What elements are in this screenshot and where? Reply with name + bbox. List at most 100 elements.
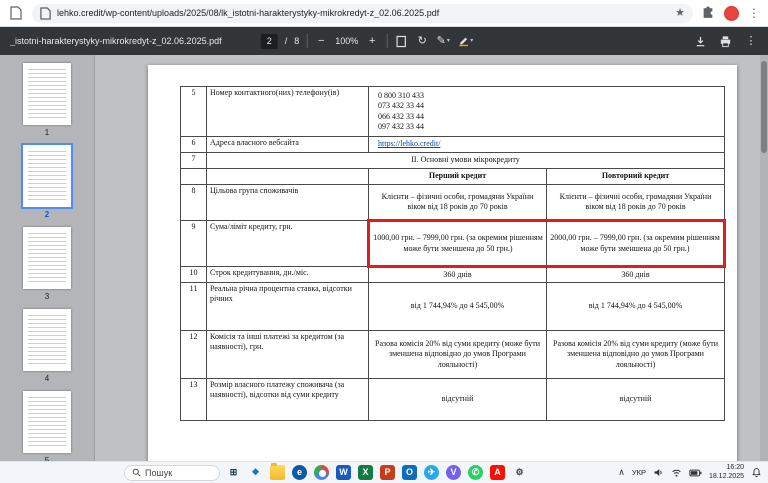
thumbnail-sidebar: 1 2 3 4 5 bbox=[0, 55, 95, 461]
row10-col2: 360 днів bbox=[546, 266, 725, 283]
rotate-icon[interactable]: ↻ bbox=[415, 31, 429, 51]
print-glyph bbox=[720, 35, 731, 47]
widgets-glyph: ❖ bbox=[251, 467, 260, 477]
screen: lehko.credit/wp-content/uploads/2025/08/… bbox=[0, 0, 768, 483]
taskbar-app-acrobat-icon[interactable]: A bbox=[490, 465, 505, 480]
viber-glyph: V bbox=[450, 467, 457, 477]
phone-line-3: 066 432 33 44 bbox=[378, 111, 424, 121]
row12-number: 12 bbox=[180, 330, 207, 379]
taskbar-app-widgets-icon[interactable]: ❖ bbox=[248, 465, 263, 480]
word-glyph: W bbox=[339, 467, 348, 477]
extensions-puzzle-icon[interactable] bbox=[701, 6, 715, 20]
telegram-glyph: ✈ bbox=[427, 467, 436, 477]
taskbar-app-viber-icon[interactable]: V bbox=[446, 465, 461, 480]
table-row-11: 11 Реальна річна процентна ставка, відсо… bbox=[180, 282, 725, 331]
row11-col1: від 1 744,94% до 4 545,00% bbox=[368, 282, 547, 331]
language-indicator[interactable]: УКР bbox=[632, 468, 646, 477]
thumbnail-preview[interactable] bbox=[23, 309, 71, 371]
taskbar-app-excel-icon[interactable]: X bbox=[358, 465, 373, 480]
bookmark-star-icon[interactable]: ★ bbox=[675, 7, 685, 19]
row10-col1: 360 днів bbox=[368, 266, 547, 283]
section-title: ІІ. Основні умови мікрокредиту bbox=[206, 152, 725, 169]
taskbar-app-chrome-icon[interactable] bbox=[314, 465, 329, 480]
row5-phones-cell: 0 800 310 433 073 432 33 44 066 432 33 4… bbox=[368, 86, 725, 137]
taskbar-app-outlook-icon[interactable]: O bbox=[402, 465, 417, 480]
zoom-out-button[interactable]: − bbox=[314, 31, 328, 51]
download-icon[interactable] bbox=[694, 35, 707, 48]
powerpoint-glyph: P bbox=[384, 467, 391, 477]
row6-label: Адреса власного вебсайта bbox=[206, 136, 369, 153]
download-glyph bbox=[696, 36, 705, 46]
url-text[interactable]: lehko.credit/wp-content/uploads/2025/08/… bbox=[57, 8, 669, 18]
pencil-caret-icon: ▾ bbox=[446, 38, 450, 44]
site-info-icon[interactable] bbox=[40, 6, 51, 20]
windows-taskbar: Пошук ⊞ ❖ e W X P O ✈ V ✆ A ⚙ ∧ УКР 16:20 18.1 bbox=[0, 461, 768, 483]
fit-page-icon[interactable] bbox=[394, 31, 408, 51]
page-separator: / bbox=[284, 36, 288, 46]
row13-col2: відсутній bbox=[546, 378, 725, 421]
row13-col1: відсутній bbox=[368, 378, 547, 421]
more-options-icon[interactable]: ⋮ bbox=[744, 31, 758, 51]
profile-avatar[interactable] bbox=[724, 5, 739, 21]
page-number-input[interactable]: 2 bbox=[260, 33, 278, 49]
document-table: 5 Номер контактного(них) телефону(ів) 0 … bbox=[180, 86, 726, 421]
row9-label: Сума/ліміт кредиту, грн. bbox=[206, 220, 369, 267]
table-row-6: 6 Адреса власного вебсайта https://lehko… bbox=[180, 136, 725, 153]
table-row-12: 12 Комісія та інші платежі за кредитом (… bbox=[180, 330, 725, 379]
zoom-in-button[interactable]: + bbox=[365, 31, 379, 51]
highlight-tool-icon[interactable]: ▾ bbox=[457, 31, 473, 51]
table-row-10: 10 Строк кредитування, дн./міс. 360 днів… bbox=[180, 266, 725, 283]
pdf-thumbnail-page-3[interactable]: 3 bbox=[16, 227, 78, 301]
thumbnail-preview[interactable] bbox=[23, 63, 71, 125]
excel-glyph: X bbox=[362, 467, 369, 477]
viewer-scrollbar[interactable] bbox=[760, 55, 768, 461]
row6-number: 6 bbox=[180, 136, 207, 153]
thumbnail-preview[interactable] bbox=[21, 143, 73, 209]
whatsapp-glyph: ✆ bbox=[471, 467, 480, 477]
battery-icon[interactable] bbox=[689, 468, 702, 478]
taskbar-app-whatsapp-icon[interactable]: ✆ bbox=[468, 465, 483, 480]
taskbar-app-powerpoint-icon[interactable]: P bbox=[380, 465, 395, 480]
pdf-thumbnail-page-5[interactable]: 5 bbox=[16, 391, 78, 461]
thumbnail-preview[interactable] bbox=[23, 391, 71, 453]
thumbnail-page-number: 4 bbox=[44, 374, 50, 383]
notifications-icon[interactable] bbox=[751, 467, 762, 478]
thumbnail-preview[interactable] bbox=[23, 227, 71, 289]
taskbar-app-settings-icon[interactable]: ⚙ bbox=[512, 465, 527, 480]
annotate-pencil-icon[interactable]: ✎ ▾ bbox=[436, 31, 450, 51]
table-row-9-highlighted: 9 Сума/ліміт кредиту, грн. 1000,00 грн. … bbox=[180, 219, 726, 268]
outlook-glyph: O bbox=[405, 467, 413, 477]
pdf-thumbnail-page-2[interactable]: 2 bbox=[16, 143, 78, 219]
browser-menu-icon[interactable]: ⋮ bbox=[748, 7, 760, 19]
thumbnail-page-number: 1 bbox=[44, 128, 50, 137]
pdf-thumbnail-page-1[interactable]: 1 bbox=[16, 63, 78, 137]
pdf-thumbnail-page-4[interactable]: 4 bbox=[16, 309, 78, 383]
scrollbar-thumb[interactable] bbox=[761, 61, 767, 153]
taskbar-app-task-view-icon[interactable]: ⊞ bbox=[226, 465, 241, 480]
taskbar-app-explorer-icon[interactable] bbox=[270, 463, 285, 480]
thumbnail-page-number: 5 bbox=[44, 456, 50, 461]
taskbar-app-icons: ⊞ ❖ e W X P O ✈ V ✆ A ⚙ bbox=[226, 463, 527, 480]
search-icon bbox=[132, 468, 141, 477]
phone-line-4: 097 432 33 44 bbox=[378, 121, 424, 131]
row12-col1: Разова комісія 20% від суми кредиту (мож… bbox=[368, 330, 547, 379]
wifi-icon[interactable] bbox=[671, 467, 682, 478]
taskbar-app-edge-icon[interactable]: e bbox=[292, 465, 307, 480]
taskbar-app-telegram-icon[interactable]: ✈ bbox=[424, 465, 439, 480]
tray-chevron-icon[interactable]: ∧ bbox=[618, 468, 625, 477]
url-bar[interactable]: lehko.credit/wp-content/uploads/2025/08/… bbox=[32, 3, 693, 23]
volume-icon[interactable] bbox=[653, 467, 664, 478]
row13-number: 13 bbox=[180, 378, 207, 421]
tab-favicon-icon bbox=[8, 5, 24, 21]
phone-line-1: 0 800 310 433 bbox=[378, 90, 424, 100]
taskbar-clock[interactable]: 16:20 18.12.2025 bbox=[709, 464, 744, 482]
header-empty-label bbox=[206, 168, 369, 185]
taskbar-search[interactable]: Пошук bbox=[124, 464, 220, 481]
print-icon[interactable] bbox=[719, 35, 732, 48]
row11-label: Реальна річна процентна ставка, відсотки… bbox=[206, 282, 369, 331]
task-view-glyph: ⊞ bbox=[229, 467, 238, 477]
taskbar-app-word-icon[interactable]: W bbox=[336, 465, 351, 480]
row13-label: Розмір власного платежу споживача (за на… bbox=[206, 378, 369, 421]
row5-label: Номер контактного(них) телефону(ів) bbox=[206, 86, 369, 137]
website-link[interactable]: https://lehko.credit/ bbox=[378, 139, 440, 148]
